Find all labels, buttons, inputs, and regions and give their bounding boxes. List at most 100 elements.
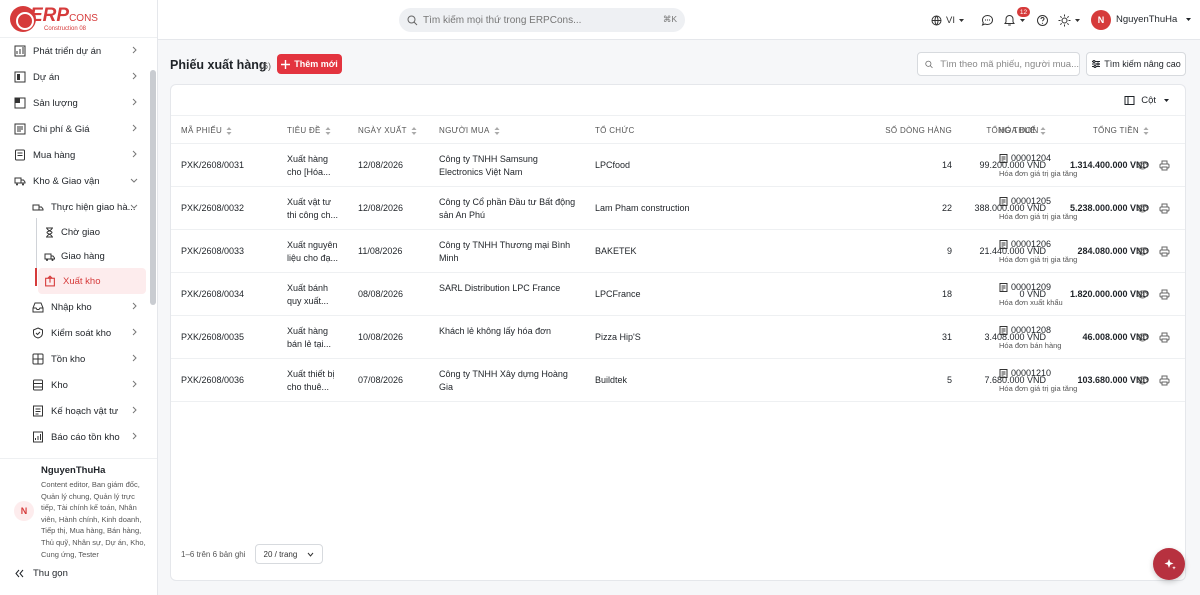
page-size-select[interactable]: 20 / trang	[254, 544, 323, 564]
filter-search-placeholder: Tìm theo mã phiếu, người mua...	[940, 58, 1079, 70]
eye-icon[interactable]	[1137, 203, 1148, 214]
eye-icon[interactable]	[1137, 332, 1148, 343]
invoice-type: Hóa đơn giá trị gia tăng	[999, 212, 1078, 221]
sidebar-item-output[interactable]: Sản lượng	[0, 90, 150, 116]
invoice-number: 00001208	[1011, 325, 1052, 335]
logo-cons: CONS	[69, 12, 98, 24]
column-header-code[interactable]: MÃ PHIẾU	[181, 126, 232, 135]
sidebar-item-goods-issue[interactable]: Xuất kho	[38, 268, 146, 294]
eye-icon[interactable]	[1137, 375, 1148, 386]
sliders-icon	[1092, 60, 1101, 68]
ai-assistant-button[interactable]	[1153, 548, 1185, 580]
project-icon	[14, 71, 26, 83]
chevron-right-icon	[132, 380, 137, 388]
theme-toggle[interactable]	[1058, 12, 1081, 28]
sort-icon	[1040, 126, 1046, 135]
column-header-total[interactable]: TỔNG TIỀN	[1093, 126, 1149, 135]
sidebar-item-cost-price[interactable]: Chi phí & Giá	[0, 116, 150, 142]
sidebar-item-warehouse[interactable]: Kho	[0, 372, 150, 398]
column-header-title[interactable]: TIÊU ĐỀ	[287, 126, 331, 135]
sidebar-item-delivery[interactable]: Giao hàng	[0, 244, 150, 268]
cell-org: Buildtek	[595, 375, 628, 385]
invoice-type: Hóa đơn bán hàng	[999, 341, 1062, 350]
eye-icon[interactable]	[1137, 160, 1148, 171]
cell-invoice[interactable]: 00001210 Hóa đơn giá trị gia tăng	[999, 367, 1077, 395]
column-header-date[interactable]: NGÀY XUẤT	[358, 126, 417, 135]
invoice-type: Hóa đơn giá trị gia tăng	[999, 384, 1078, 393]
invoice-type: Hóa đơn xuất khẩu	[999, 298, 1063, 307]
printer-icon[interactable]	[1159, 203, 1170, 214]
printer-icon[interactable]	[1159, 246, 1170, 257]
sidebar-item-label: Chi phí & Giá	[33, 123, 90, 135]
sort-icon	[411, 126, 417, 135]
printer-icon[interactable]	[1159, 160, 1170, 171]
chat-button[interactable]	[981, 12, 994, 28]
shield-icon	[33, 327, 43, 339]
filter-search-input[interactable]: Tìm theo mã phiếu, người mua...	[917, 52, 1080, 76]
table-row[interactable]: PXK/2608/0032 Xuất vật tư thi công ch... 1…	[171, 187, 1185, 230]
advanced-search-button[interactable]: Tìm kiếm nâng cao	[1086, 52, 1186, 76]
user-menu[interactable]: NguyenThuHa	[1116, 14, 1192, 25]
sidebar-item-delivery-execution[interactable]: Thực hiện giao hà...	[0, 194, 150, 220]
logo-mark	[10, 5, 36, 32]
cell-invoice[interactable]: 00001205 Hóa đơn giá trị gia tăng	[999, 195, 1077, 223]
column-header-buyer[interactable]: NGƯỜI MUA	[439, 126, 500, 135]
chevron-down-icon	[307, 552, 313, 557]
sidebar-item-awaiting-delivery[interactable]: Chờ giao	[0, 220, 150, 244]
columns-button[interactable]: Cột	[1124, 95, 1170, 106]
column-header-org[interactable]: TỔ CHỨC	[595, 126, 635, 135]
printer-icon[interactable]	[1159, 375, 1170, 386]
table-row[interactable]: PXK/2608/0033 Xuất nguyên liệu cho đạ... 1…	[171, 230, 1185, 273]
sun-icon	[1058, 14, 1071, 26]
user-avatar[interactable]: N	[1091, 10, 1111, 30]
cell-org: Lam Pham construction	[595, 203, 690, 213]
printer-icon[interactable]	[1159, 289, 1170, 300]
cell-buyer: Công ty TNHH Xây dựng Hoàng Gia	[439, 369, 568, 392]
language-selector[interactable]: VI	[931, 12, 965, 28]
invoice-icon	[999, 326, 1008, 335]
printer-icon[interactable]	[1159, 332, 1170, 343]
table-row[interactable]: PXK/2608/0034 Xuất bánh quy xuất... 08/08/…	[171, 273, 1185, 316]
sidebar-item-inventory-control[interactable]: Kiểm soát kho	[0, 320, 150, 346]
sidebar-item-label: Xuất kho	[63, 275, 101, 287]
invoice-number: 00001209	[1011, 282, 1052, 292]
sidebar-user-card[interactable]: N NguyenThuHa Content editor, Ban giám đ…	[0, 458, 157, 560]
sidebar-item-purchasing[interactable]: Mua hàng	[0, 142, 150, 168]
cell-org: LPCFrance	[595, 289, 641, 299]
globe-icon	[931, 15, 942, 25]
column-header-lines[interactable]: SỐ DÒNG HÀNG	[885, 126, 952, 135]
plus-icon	[281, 59, 291, 69]
invoice-type: Hóa đơn giá trị gia tăng	[999, 169, 1078, 178]
column-header-invoice[interactable]: HÓA ĐƠN	[999, 126, 1039, 135]
sidebar-item-stock[interactable]: Tồn kho	[0, 346, 150, 372]
eye-icon[interactable]	[1137, 246, 1148, 257]
sidebar-item-projects[interactable]: Dự án	[0, 64, 150, 90]
collapse-sidebar-button[interactable]: Thu gọn	[14, 568, 68, 579]
global-search-input[interactable]: Tìm kiếm mọi thứ trong ERPCons... ⌘K	[399, 8, 685, 32]
add-new-button[interactable]: Thêm mới	[277, 54, 342, 74]
cell-invoice[interactable]: 00001208 Hóa đơn bán hàng	[999, 324, 1061, 352]
sidebar-item-warehouse-logistics[interactable]: Kho & Giao vận	[0, 168, 150, 194]
cell-invoice[interactable]: 00001206 Hóa đơn giá trị gia tăng	[999, 238, 1077, 266]
project-growth-icon	[14, 45, 26, 57]
eye-icon[interactable]	[1137, 289, 1148, 300]
help-button[interactable]	[1036, 12, 1049, 28]
table-row[interactable]: PXK/2608/0036 Xuất thiết bị cho thuê... 07…	[171, 359, 1185, 402]
sidebar-item-inventory-report[interactable]: Báo cáo tồn kho	[0, 424, 150, 450]
cell-code: PXK/2608/0032	[181, 203, 245, 213]
cell-title: Xuất hàng bán lẻ tại...	[287, 326, 332, 349]
table-row[interactable]: PXK/2608/0031 Xuất hàng cho [Hóa... 12/08/…	[171, 144, 1185, 187]
sidebar-scrollbar[interactable]	[150, 70, 156, 305]
sidebar-item-goods-receipt[interactable]: Nhập kho	[0, 294, 150, 320]
table-row[interactable]: PXK/2608/0035 Xuất hàng bán lẻ tại... 10/0…	[171, 316, 1185, 359]
cell-invoice[interactable]: 00001209 Hóa đơn xuất khẩu	[999, 281, 1063, 309]
sidebar-item-material-plan[interactable]: Kế hoạch vật tư	[0, 398, 150, 424]
invoice-icon	[999, 240, 1008, 249]
delivery-execution-icon	[32, 204, 44, 211]
sidebar-item-project-development[interactable]: Phát triển dự án	[0, 38, 150, 64]
cell-date: 08/08/2026	[358, 289, 404, 299]
sort-icon	[226, 126, 232, 135]
plan-icon	[33, 405, 43, 417]
cell-invoice[interactable]: 00001204 Hóa đơn giá trị gia tăng	[999, 152, 1077, 180]
logo[interactable]: ERPCONS Construction 08	[0, 0, 157, 38]
